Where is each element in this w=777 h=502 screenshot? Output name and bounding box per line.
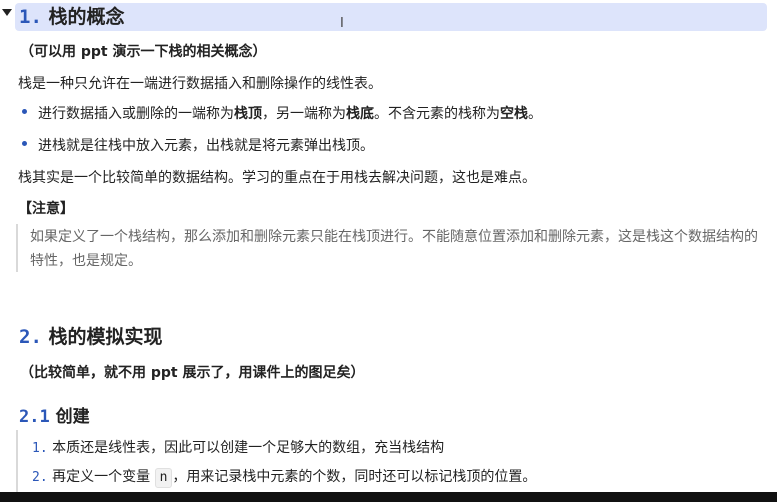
stack-summary: 栈其实是一个比较简单的数据结构。学习的重点在于用栈去解决问题，这也是难点。 — [18, 170, 536, 186]
list-text: 本质还是线性表，因此可以创建一个足够大的数组，充当栈结构 — [52, 440, 445, 456]
list-text: 再定义一个变量 — [52, 469, 151, 485]
subsection-heading: 2.1 创建 — [19, 402, 90, 427]
bullet-item-2: 进栈就是往栈中放入元素，出栈就是将元素弹出栈顶。 — [38, 138, 374, 154]
heading-highlight — [15, 3, 767, 31]
attention-quote: 如果定义了一个栈结构，那么添加和删除元素只能在栈顶进行。不能随意位置添加和删除元… — [30, 229, 758, 269]
bullet-text: 。 — [528, 106, 542, 122]
bullet-dot — [22, 109, 27, 114]
bottom-bar — [0, 492, 777, 502]
list-text: ，用来记录栈中元素的个数，同时还可以标记栈顶的位置。 — [172, 469, 537, 485]
bullet-text: ，另一端称为 — [262, 106, 346, 122]
section-1-note: （可以用 ppt 演示一下栈的相关概念） — [20, 44, 267, 60]
attention-label: 【注意】 — [18, 201, 74, 217]
section-1-heading: 1. 栈的概念 — [19, 3, 125, 31]
section-1-number: 1. — [19, 6, 42, 28]
stack-definition: 栈是一种只允许在一端进行数据插入和删除操作的线性表。 — [18, 76, 382, 92]
subsection-title: 创建 — [55, 407, 90, 427]
term-stack-top: 栈顶 — [234, 106, 262, 122]
subsection-number: 2.1 — [19, 407, 50, 427]
list-item-2: 2. 再定义一个变量 n ，用来记录栈中元素的个数，同时还可以标记栈顶的位置。 — [32, 466, 536, 488]
bullet-text: 进行数据插入或删除的一端称为 — [38, 106, 234, 122]
section-1-title: 栈的概念 — [48, 6, 125, 28]
section-2-heading: 2. 栈的模拟实现 — [19, 323, 163, 351]
blockquote-bar — [16, 224, 18, 272]
term-empty-stack: 空栈 — [500, 106, 528, 122]
section-2-note: （比较简单，就不用 ppt 展示了，用课件上的图足矣） — [20, 365, 365, 381]
list-item-1: 1. 本质还是线性表，因此可以创建一个足够大的数组，充当栈结构 — [32, 437, 444, 457]
inline-code: n — [154, 468, 173, 488]
bullet-text: 。不含元素的栈称为 — [374, 106, 500, 122]
section-2-title: 栈的模拟实现 — [48, 326, 163, 348]
list-indent-bar — [16, 430, 18, 492]
list-number: 2. — [32, 470, 48, 485]
collapse-triangle-icon[interactable] — [2, 9, 12, 16]
bullet-item-1: 进行数据插入或删除的一端称为栈顶，另一端称为栈底。不含元素的栈称为空栈。 — [38, 103, 542, 123]
section-2-number: 2. — [19, 326, 42, 348]
bullet-dot — [22, 141, 27, 146]
list-number: 1. — [32, 441, 48, 456]
text-cursor-icon: I — [340, 16, 344, 31]
term-stack-bottom: 栈底 — [346, 106, 374, 122]
